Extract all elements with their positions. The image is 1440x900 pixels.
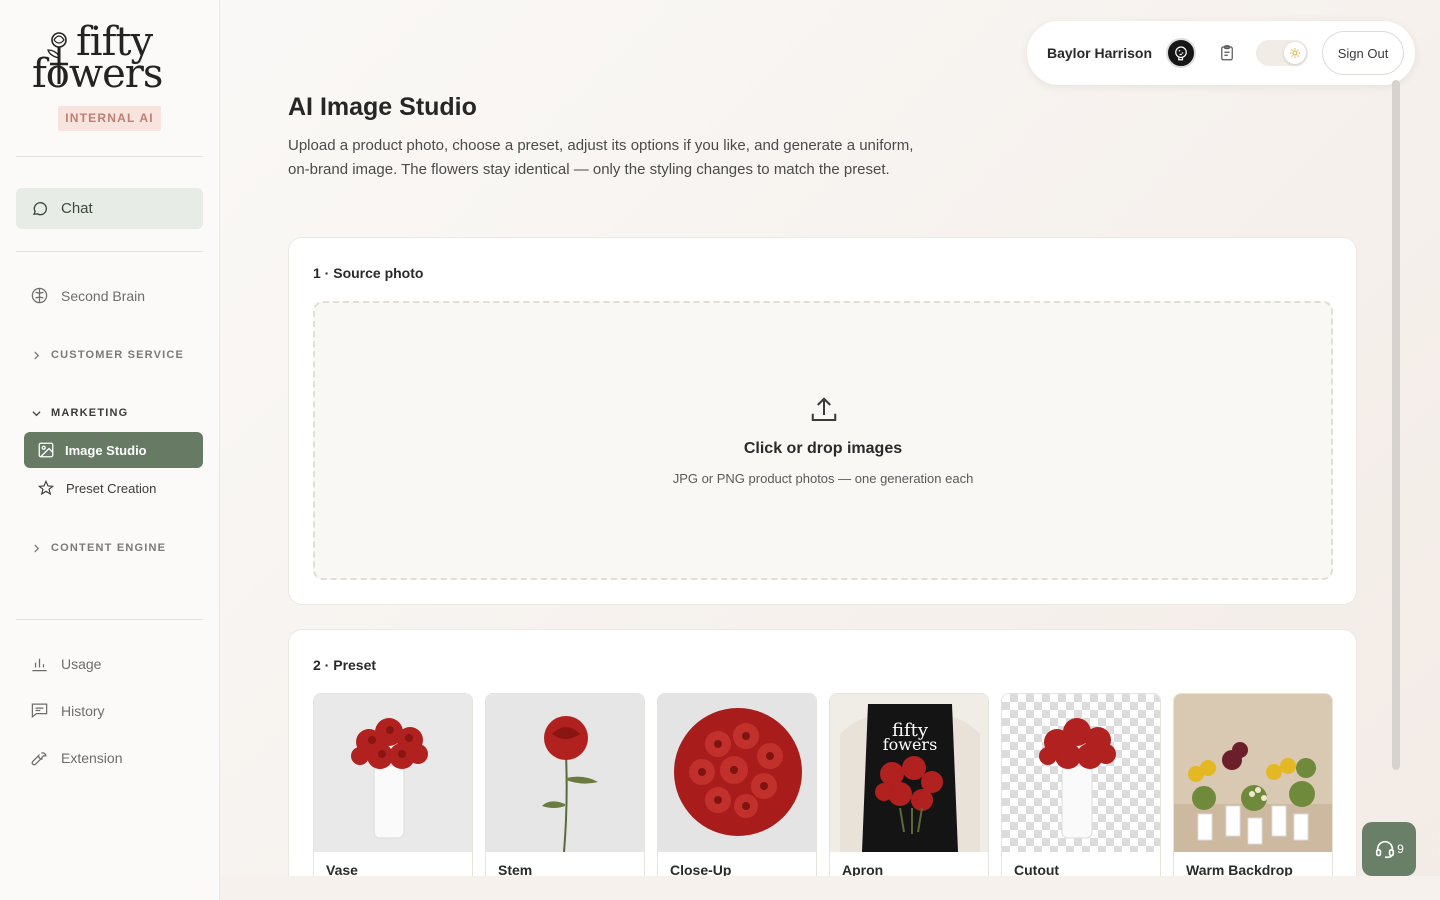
upload-icon [811,397,837,421]
section-label: MARKETING [51,407,129,419]
section-customer-service[interactable]: CUSTOMER SERVICE [32,349,184,361]
preset-list: Vase Stem Close-Up fifty fowers Apron Cu… [313,693,1333,893]
sidebar-item-extension[interactable]: Extension [30,748,122,767]
sidebar-divider [16,619,203,620]
preset-stem-image [486,694,644,852]
sidebar-divider [16,251,203,252]
preset-card: 2 · Preset Vase Stem Close-Up fifty fowe… [288,629,1357,900]
sun-icon [1290,48,1301,58]
source-photo-card: 1 · Source photo Click or drop images JP… [288,237,1357,605]
sidebar-item-label: Usage [61,655,102,672]
bar-chart-icon [32,658,47,672]
fifty-flowers-logo[interactable]: fifty fowers [30,20,195,100]
svg-text:fowers: fowers [883,735,938,754]
preset-warm-backdrop-image [1174,694,1332,852]
page-description: Upload a product photo, choose a preset,… [288,137,914,178]
toggle-knob [1284,42,1307,64]
internal-ai-badge: INTERNAL AI [58,106,161,131]
support-badge: 9 [1397,842,1404,856]
avatar[interactable] [1166,38,1197,68]
image-dropzone[interactable]: Click or drop images JPG or PNG product … [313,301,1333,580]
chat-label: Chat [61,200,93,217]
user-name: Baylor Harrison [1047,45,1153,61]
preset-cutout[interactable]: Cutout [1001,693,1161,893]
section-content-engine[interactable]: CONTENT ENGINE [32,542,166,554]
sidebar-item-label: Image Studio [65,442,147,458]
sign-out-button[interactable]: Sign Out [1322,31,1405,75]
image-icon [38,442,54,458]
preset-close-up-image [658,694,816,852]
chat-bubble-icon [32,201,48,215]
preset-vase-image [314,694,472,852]
preset-vase[interactable]: Vase [313,693,473,893]
brain-avatar-icon [1175,46,1187,61]
sidebar-item-second-brain[interactable]: Second Brain [30,286,145,305]
sidebar-item-history[interactable]: History [30,701,105,720]
preset-cutout-image [1002,694,1160,852]
preset-title: 2 · Preset [313,657,377,673]
dropzone-subtitle: JPG or PNG product photos — one generati… [672,471,974,486]
theme-toggle[interactable] [1256,40,1309,66]
headset-icon [1376,840,1395,859]
main-scrollbar[interactable] [1392,80,1400,770]
brain-icon [31,287,48,304]
chevron-right-icon [34,543,40,553]
sidebar-item-label: Extension [61,749,123,766]
sidebar-item-preset-creation[interactable]: Preset Creation [38,480,156,496]
chat-button[interactable]: Chat [16,188,203,229]
wrench-icon [31,752,47,766]
chevron-right-icon [34,350,40,360]
clipboard-icon[interactable] [1218,44,1236,62]
preset-close-up[interactable]: Close-Up [657,693,817,893]
sidebar-item-label: Preset Creation [66,480,157,496]
section-label: CUSTOMER SERVICE [51,349,185,361]
dropzone-title: Click or drop images [743,440,903,457]
preset-apron-image: fifty fowers [830,694,988,852]
message-square-icon [31,703,48,719]
sidebar: fifty fowers INTERNAL AI Chat Second Bra… [0,0,220,900]
support-button[interactable]: 9 [1362,822,1416,876]
section-marketing[interactable]: MARKETING [32,407,128,419]
star-icon [38,480,54,496]
preset-stem[interactable]: Stem [485,693,645,893]
chevron-down-icon [32,410,41,416]
logo-text-bottom: fowers [32,51,163,97]
viewport-bottom-edge [220,876,1440,900]
sidebar-item-label: History [61,702,105,719]
preset-warm-backdrop[interactable]: Warm Backdrop [1173,693,1333,893]
sidebar-item-usage[interactable]: Usage [30,654,101,673]
sidebar-item-image-studio[interactable]: Image Studio [24,432,203,468]
sidebar-divider [16,156,203,157]
user-menu-card: Baylor Harrison Sign Out [1027,21,1415,85]
section-label: CONTENT ENGINE [51,542,167,554]
source-photo-title: 1 · Source photo [313,265,424,281]
preset-apron[interactable]: fifty fowers Apron [829,693,989,893]
sidebar-item-label: Second Brain [61,287,146,304]
page-title: AI Image Studio [288,93,477,121]
